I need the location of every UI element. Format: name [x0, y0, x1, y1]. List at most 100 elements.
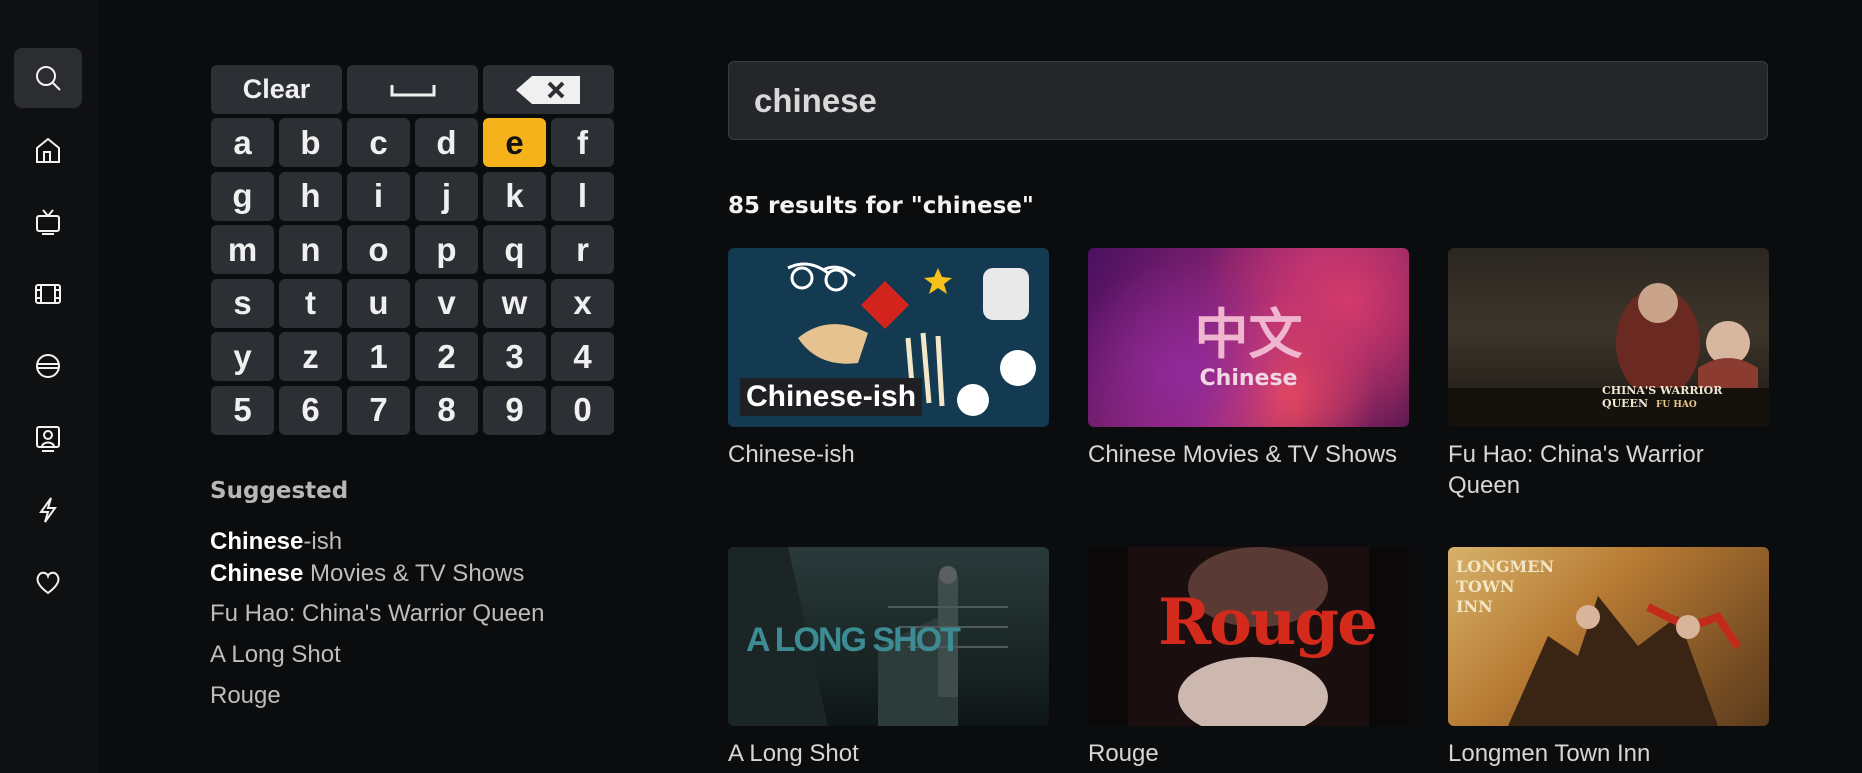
thumb-title: Chinese — [1199, 366, 1298, 391]
nav-favorites[interactable] — [14, 552, 82, 612]
nav-live[interactable] — [14, 480, 82, 540]
sports-ball-icon — [36, 354, 60, 378]
thumbnail: Chinese-ish — [728, 248, 1049, 427]
key-5[interactable]: 5 — [211, 385, 274, 435]
key-u[interactable]: u — [347, 278, 410, 328]
search-input[interactable]: chinese — [728, 61, 1768, 140]
key-8[interactable]: 8 — [415, 385, 478, 435]
backspace-button[interactable] — [483, 65, 614, 114]
key-g[interactable]: g — [211, 171, 274, 221]
suggestion-rest: Rouge — [210, 682, 281, 709]
suggestion-item[interactable]: A Long Shot — [210, 641, 341, 669]
key-f[interactable]: f — [551, 118, 614, 167]
thumbnail: Rouge — [1088, 547, 1409, 726]
nav-profile[interactable] — [14, 408, 82, 468]
card-title: A Long Shot — [728, 740, 859, 767]
card-title: Chinese Movies & TV Shows — [1088, 441, 1398, 468]
suggestion-item[interactable]: Chinese-ish — [210, 528, 342, 556]
nav-movies[interactable] — [14, 264, 82, 324]
profile-card-icon — [36, 426, 60, 452]
key-c[interactable]: c — [347, 118, 410, 167]
thumbnail: LONGMEN TOWN INN — [1448, 547, 1769, 726]
result-card[interactable]: Rouge Rouge — [1088, 547, 1409, 769]
key-q[interactable]: q — [483, 225, 546, 275]
thumbnail: A LONG SHOT — [728, 547, 1049, 726]
key-s[interactable]: s — [211, 278, 274, 328]
backspace-icon — [515, 75, 580, 104]
thumb-glyphs: 中文 — [1194, 303, 1303, 366]
key-k[interactable]: k — [483, 171, 546, 221]
thumbnail: CHINA'S WARRIOR QUEEN FU HAO — [1448, 248, 1769, 427]
suggestion-item[interactable]: Rouge — [210, 682, 281, 710]
key-6[interactable]: 6 — [279, 385, 342, 435]
key-t[interactable]: t — [279, 278, 342, 328]
key-e[interactable]: e — [483, 118, 546, 167]
film-icon — [35, 284, 61, 304]
nav-tv[interactable] — [14, 192, 82, 252]
thumb-title: LONGMEN TOWN INN — [1456, 557, 1555, 616]
key-p[interactable]: p — [415, 225, 478, 275]
key-y[interactable]: y — [211, 332, 274, 382]
key-4[interactable]: 4 — [551, 332, 614, 382]
thumb-title: Chinese-ish — [740, 378, 923, 416]
key-h[interactable]: h — [279, 171, 342, 221]
card-title: Chinese-ish — [728, 441, 855, 468]
suggestion-item[interactable]: Fu Hao: China's Warrior Queen — [210, 600, 545, 628]
key-9[interactable]: 9 — [483, 385, 546, 435]
suggested-title: Suggested — [210, 478, 349, 504]
card-title: Longmen Town Inn — [1448, 740, 1651, 767]
thumb-subtitle: FU HAO — [1656, 400, 1697, 410]
card-title: Fu Hao: China's Warrior Queen — [1448, 441, 1704, 499]
thumb-title: Rouge — [1158, 585, 1378, 660]
space-bar-icon — [390, 84, 435, 96]
key-z[interactable]: z — [279, 332, 342, 382]
key-o[interactable]: o — [347, 225, 410, 275]
key-3[interactable]: 3 — [483, 332, 546, 382]
key-0[interactable]: 0 — [551, 385, 614, 435]
result-card[interactable]: A LONG SHOT A Long Shot — [728, 547, 1049, 769]
key-w[interactable]: w — [483, 278, 546, 328]
result-card[interactable]: 中文 Chinese Chinese Movies & TV Shows — [1088, 248, 1409, 470]
key-2[interactable]: 2 — [415, 332, 478, 382]
keyboard-grid: abcdef ghijkl mnopqr stuvwx yz1234 567890 — [211, 118, 614, 435]
key-l[interactable]: l — [551, 171, 614, 221]
sidebar — [0, 0, 98, 773]
search-icon — [36, 66, 61, 91]
key-m[interactable]: m — [211, 225, 274, 275]
thumb-title: A LONG SHOT — [746, 621, 961, 659]
key-x[interactable]: x — [551, 278, 614, 328]
space-button[interactable] — [347, 65, 478, 114]
key-d[interactable]: d — [415, 118, 478, 167]
clear-button[interactable]: Clear — [211, 65, 342, 114]
key-1[interactable]: 1 — [347, 332, 410, 382]
result-card[interactable]: Chinese-ish Chinese-ish — [728, 248, 1049, 470]
key-7[interactable]: 7 — [347, 385, 410, 435]
nav-sports[interactable] — [14, 336, 82, 396]
suggestion-rest: -ish — [303, 528, 343, 555]
suggestion-rest: Fu Hao: China's Warrior Queen — [210, 600, 545, 627]
suggestion-item[interactable]: Chinese Movies & TV Shows — [210, 560, 524, 588]
key-r[interactable]: r — [551, 225, 614, 275]
heart-icon — [36, 571, 60, 595]
results-count: 85 results for "chinese" — [728, 193, 1034, 219]
tv-icon — [36, 209, 60, 235]
key-i[interactable]: i — [347, 171, 410, 221]
card-title: Rouge — [1088, 740, 1159, 767]
thumbnail: 中文 Chinese — [1088, 248, 1409, 427]
result-card[interactable]: CHINA'S WARRIOR QUEEN FU HAO Fu Hao: Chi… — [1448, 248, 1769, 501]
lightning-icon — [39, 497, 57, 523]
key-b[interactable]: b — [279, 118, 342, 167]
suggestion-match: Chinese — [210, 560, 304, 587]
nav-search[interactable] — [14, 48, 82, 108]
result-card[interactable]: LONGMEN TOWN INN Longmen Town Inn — [1448, 547, 1769, 769]
key-j[interactable]: j — [415, 171, 478, 221]
suggestion-rest: A Long Shot — [210, 641, 341, 668]
suggestion-match: Chinese — [210, 528, 304, 555]
nav-home[interactable] — [14, 120, 82, 180]
key-n[interactable]: n — [279, 225, 342, 275]
key-a[interactable]: a — [211, 118, 274, 167]
key-v[interactable]: v — [415, 278, 478, 328]
home-icon — [36, 137, 60, 163]
keyboard-actions: Clear — [211, 65, 614, 114]
suggestion-rest: Movies & TV Shows — [303, 560, 525, 587]
